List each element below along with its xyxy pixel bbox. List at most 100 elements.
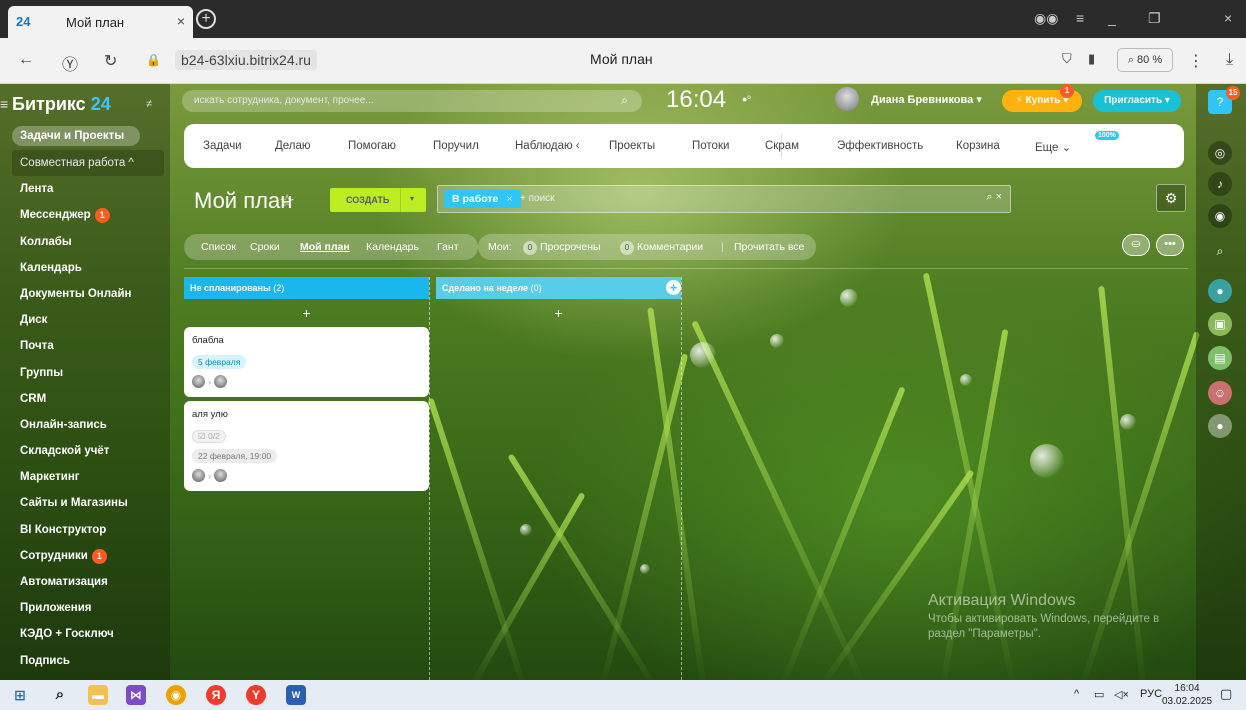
task-card[interactable]: блабла 5 февраля › <box>184 327 429 397</box>
view-my-plan[interactable]: Мой план <box>300 241 350 253</box>
explorer-icon[interactable]: ▬ <box>88 685 108 705</box>
worktime-indicator[interactable]: ●º <box>742 94 751 104</box>
yandex-icon[interactable]: Ⓨ <box>62 51 78 75</box>
view-deadlines[interactable]: Сроки <box>250 241 280 253</box>
robot-button[interactable]: ⛀ <box>1122 234 1150 256</box>
invite-button[interactable]: Пригласить ▾ <box>1093 90 1181 112</box>
clock[interactable]: 16:04 <box>666 86 726 114</box>
tab-watching[interactable]: Наблюдаю ‹ <box>515 140 580 152</box>
settings-button[interactable]: ⚙ <box>1156 184 1186 212</box>
add-task-button[interactable]: + <box>184 305 429 323</box>
user-avatar[interactable] <box>835 87 859 111</box>
sidebar-item[interactable]: КЭДО + Госключ <box>12 621 164 647</box>
tab-scrum[interactable]: Скрам <box>765 140 799 152</box>
tab-doing[interactable]: Делаю <box>275 140 311 152</box>
global-search[interactable]: искать сотрудника, документ, прочее... ⌕ <box>182 90 642 112</box>
search-icon[interactable]: ⌕ <box>50 685 70 705</box>
tab-tasks[interactable]: Задачи <box>203 140 242 152</box>
sidebar-item[interactable]: Группы <box>12 360 164 386</box>
tab-efficiency[interactable]: Эффективность <box>837 140 923 152</box>
avatar-icon[interactable]: ● <box>1208 414 1232 438</box>
chevron-down-icon[interactable]: ▾ <box>410 194 414 203</box>
visual-studio-icon[interactable]: ⋈ <box>126 685 146 705</box>
more-icon[interactable]: ⋮ <box>1188 51 1204 71</box>
sidebar-item[interactable]: BI Конструктор <box>12 517 164 543</box>
create-button[interactable]: СОЗДАТЬ ▾ <box>330 188 426 212</box>
more-options-button[interactable]: ••• <box>1156 234 1184 256</box>
protect-icon[interactable]: ⛉ <box>1062 51 1072 67</box>
creator-avatar[interactable] <box>192 469 205 482</box>
column-header[interactable]: Сделано на неделе (0) + <box>436 277 681 299</box>
sidebar-item[interactable]: Сайты и Магазины <box>12 490 164 516</box>
sidebar-item[interactable]: Календарь <box>12 255 164 281</box>
notification-center-icon[interactable]: ▢ <box>1220 686 1232 702</box>
filter-bar[interactable]: В работе × + поиск ⌕ × <box>437 185 1011 213</box>
filter-chip[interactable]: В работе × <box>444 190 521 208</box>
sidebar-item[interactable]: Мессенджер 1 <box>12 202 164 228</box>
chat-icon[interactable]: ◉ <box>1208 204 1232 228</box>
tab-projects[interactable]: Проекты <box>609 140 655 152</box>
chrome-icon[interactable]: ◉ <box>166 685 186 705</box>
restore-icon[interactable]: ❐ <box>1148 10 1161 27</box>
chat-group-icon[interactable]: ▣ <box>1208 312 1232 336</box>
creator-avatar[interactable] <box>192 375 205 388</box>
back-icon[interactable]: ← <box>18 51 34 69</box>
sidebar-item[interactable]: Документы Онлайн <box>12 281 164 307</box>
pin-icon[interactable]: ≠ <box>146 98 152 110</box>
search-input[interactable]: искать сотрудника, документ, прочее... <box>194 95 374 106</box>
language-indicator[interactable]: РУС <box>1140 688 1162 700</box>
bookmark-icon[interactable]: ▮ <box>1088 51 1095 67</box>
zoom-indicator[interactable]: ⌕ 80 % <box>1117 48 1173 72</box>
comments-counter[interactable]: 0 Комментарии <box>620 241 703 255</box>
reload-icon[interactable]: ↻ <box>104 51 117 71</box>
windows-start-icon[interactable]: ⊞ <box>10 685 30 705</box>
window-close-icon[interactable]: × <box>1224 10 1232 26</box>
add-circle-icon[interactable]: + <box>666 280 681 295</box>
taskbar-clock[interactable]: 16:04 03.02.2025 <box>1162 682 1212 708</box>
notifications-icon[interactable]: ◎ <box>1208 141 1232 165</box>
filter-search-input[interactable]: + поиск <box>520 193 555 204</box>
search-icon[interactable]: ⌕ <box>621 93 628 108</box>
view-calendar[interactable]: Календарь <box>366 241 419 253</box>
sidebar-item[interactable]: Задачи и Проекты <box>12 126 140 146</box>
volume-icon[interactable]: ◁× <box>1114 688 1129 701</box>
tab-helping[interactable]: Помогаю <box>348 140 396 152</box>
responsible-avatar[interactable] <box>214 375 227 388</box>
yandex-browser-icon[interactable]: Y <box>246 685 266 705</box>
tray-chevron-icon[interactable]: ^ <box>1074 688 1079 700</box>
task-deadline[interactable]: 22 февраля, 19:00 <box>192 449 278 463</box>
tab-trash[interactable]: Корзина <box>956 140 1000 152</box>
minimize-icon[interactable]: _ <box>1108 10 1116 26</box>
menu-icon[interactable]: ≡ <box>1076 10 1084 26</box>
url-field[interactable]: b24-63lxiu.bitrix24.ru <box>175 50 317 70</box>
hamburger-icon[interactable]: ≡ <box>0 96 8 112</box>
browser-tab[interactable]: 24 Мой план × <box>8 6 193 38</box>
word-icon[interactable]: W <box>286 685 306 705</box>
user-avatar-icon[interactable]: ☺ <box>1208 381 1232 405</box>
overdue-counter[interactable]: 0 Просрочены <box>523 241 601 255</box>
tab-assigned[interactable]: Поручил <box>433 140 479 152</box>
new-tab-button[interactable]: + <box>196 9 216 29</box>
responsible-avatar[interactable] <box>214 469 227 482</box>
glasses-icon[interactable]: ◉◉ <box>1034 10 1058 27</box>
sidebar-item[interactable]: Сотрудники 1 <box>12 543 164 569</box>
chip-remove-icon[interactable]: × <box>506 193 512 205</box>
sidebar-item[interactable]: Коллабы <box>12 229 164 255</box>
sidebar-item[interactable]: Совместная работа ^ <box>12 150 164 177</box>
sidebar-item[interactable]: Подпись <box>12 648 164 674</box>
add-task-button[interactable]: + <box>436 305 681 323</box>
sidebar-item[interactable]: Автоматизация <box>12 569 164 595</box>
sidebar-item[interactable]: Диск <box>12 307 164 333</box>
channel-icon[interactable]: ▤ <box>1208 346 1232 370</box>
sidebar-item[interactable]: Онлайн-запись <box>12 412 164 438</box>
bell-icon[interactable]: ♪ <box>1208 172 1232 196</box>
task-card[interactable]: аля улю ☑ 0/2 22 февраля, 19:00 › <box>184 401 429 491</box>
user-name[interactable]: Диана Бревникова ▾ <box>871 93 982 106</box>
filter-search-icon[interactable]: ⌕ × <box>986 191 1002 204</box>
sidebar-item[interactable]: CRM <box>12 386 164 412</box>
network-icon[interactable]: ▭ <box>1094 688 1104 701</box>
column-header[interactable]: Не спланированы (2) <box>184 277 429 299</box>
tab-flows[interactable]: Потоки <box>692 140 729 152</box>
download-icon[interactable]: ⤓ <box>1226 51 1233 69</box>
sidebar-item[interactable]: Маркетинг <box>12 464 164 490</box>
